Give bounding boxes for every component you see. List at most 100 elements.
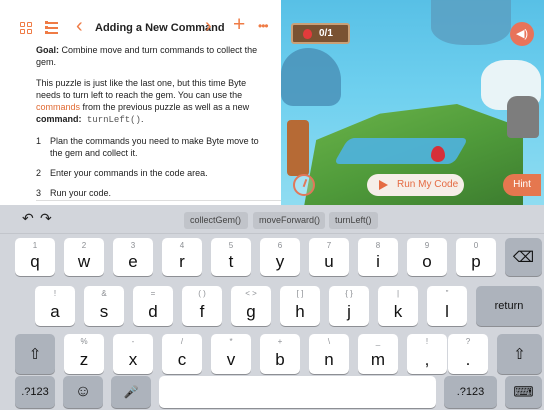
key-t[interactable]: 5t — [211, 238, 251, 276]
key-e[interactable]: 3e — [113, 238, 153, 276]
key-char: x — [128, 350, 138, 369]
key-char: s — [99, 302, 109, 321]
key-alt-char: < > — [245, 289, 257, 298]
key-alt-char: { } — [345, 289, 353, 298]
key-b[interactable]: + b — [260, 334, 300, 374]
emoji-key[interactable]: ☺ — [63, 376, 103, 408]
gem-count: 0/1 — [319, 28, 333, 39]
key-n[interactable]: \ n — [309, 334, 349, 374]
key-q[interactable]: 1q — [15, 238, 55, 276]
floating-island-illustration — [431, 0, 511, 45]
commands-link[interactable]: commands — [36, 102, 80, 112]
return-key[interactable]: return — [476, 286, 542, 326]
speed-control-icon[interactable] — [293, 174, 315, 196]
key-char: l — [445, 302, 449, 321]
suggestion-collect-gem[interactable]: collectGem() — [184, 212, 248, 229]
description-paragraph: This puzzle is just like the last one, b… — [36, 77, 268, 126]
list-item: 2 Enter your commands in the code area. — [36, 167, 268, 179]
list-icon[interactable] — [45, 21, 58, 34]
key-h[interactable]: [ ] h — [280, 286, 320, 326]
key-r[interactable]: 4r — [162, 238, 202, 276]
key-alt-char: 7 — [326, 241, 332, 250]
key-g[interactable]: < > g — [231, 286, 271, 326]
gem-counter: 0/1 — [291, 23, 350, 44]
numbers-key-right[interactable]: .?123 — [444, 376, 497, 408]
key-alt-char: _ — [375, 337, 381, 346]
key-alt-char: ! — [53, 289, 57, 298]
key-u[interactable]: 7u — [309, 238, 349, 276]
turn-left-code: turnLeft() — [81, 115, 141, 125]
shift-key-left[interactable]: ⇧ — [15, 334, 55, 374]
key-f[interactable]: ( ) f — [182, 286, 222, 326]
key-alt-char: \ — [327, 337, 331, 346]
numbers-key-left[interactable]: .?123 — [15, 376, 55, 408]
backspace-key[interactable]: ⌫ — [505, 238, 542, 276]
puzzle-world-view[interactable]: 0/1 ◀) Run My Code Hint — [281, 0, 544, 205]
key-a[interactable]: ! a — [35, 286, 75, 326]
key-x[interactable]: -x — [113, 334, 153, 374]
step-number: 3 — [36, 188, 42, 198]
keyboard: ↶ ↷ collectGem() moveForward() turnLeft(… — [0, 205, 544, 410]
water-illustration — [333, 138, 469, 164]
add-icon[interactable]: + — [233, 14, 245, 35]
numbers-label: .?123 — [21, 386, 49, 398]
step-number: 1 — [36, 136, 42, 146]
key-w[interactable]: 2w — [64, 238, 104, 276]
key-alt-char: ( ) — [198, 289, 206, 298]
key-comma[interactable]: !, — [407, 334, 447, 374]
list-item: 1 Plan the commands you need to make Byte… — [36, 135, 268, 159]
sound-button[interactable]: ◀) — [510, 22, 534, 46]
key-period[interactable]: ?. — [448, 334, 488, 374]
key-p[interactable]: 0p — [456, 238, 496, 276]
gem-icon — [303, 29, 312, 39]
play-icon — [379, 180, 388, 190]
key-z[interactable]: % z — [64, 334, 104, 374]
description-text: This puzzle is just like the last one, b… — [36, 78, 247, 100]
key-i[interactable]: 8i — [358, 238, 398, 276]
run-my-code-button[interactable]: Run My Code — [367, 174, 464, 196]
suggestion-move-forward[interactable]: moveForward() — [253, 212, 325, 229]
key-char: r — [179, 252, 185, 271]
key-y[interactable]: 6y — [260, 238, 300, 276]
previous-page-icon[interactable]: ‹ — [76, 16, 83, 36]
key-char: o — [422, 252, 432, 271]
key-char: b — [275, 350, 285, 369]
key-alt-char: 9 — [424, 241, 430, 250]
next-page-icon[interactable]: › — [205, 16, 212, 36]
key-char: p — [471, 252, 481, 271]
key-char: a — [50, 302, 60, 321]
key-d[interactable]: = d — [133, 286, 173, 326]
key-alt-char: = — [150, 289, 156, 298]
key-c[interactable]: / c — [162, 334, 202, 374]
hint-button[interactable]: Hint — [503, 174, 541, 196]
more-icon[interactable]: ••• — [258, 19, 269, 33]
dictation-key[interactable]: 🎤 — [111, 376, 151, 408]
key-j[interactable]: { } j — [329, 286, 369, 326]
key-char: f — [199, 302, 205, 321]
suggestion-turn-left[interactable]: turnLeft() — [329, 212, 378, 229]
hide-keyboard-key[interactable]: ⌨ — [505, 376, 542, 408]
key-l[interactable]: " l — [427, 286, 467, 326]
redo-icon[interactable]: ↷ — [40, 210, 52, 226]
key-alt-char: ? — [465, 337, 471, 346]
key-o[interactable]: 9o — [407, 238, 447, 276]
keyboard-hide-icon: ⌨ — [513, 383, 534, 400]
return-label: return — [494, 300, 524, 312]
key-v[interactable]: * v — [211, 334, 251, 374]
key-alt-char: 3 — [130, 241, 136, 250]
lesson-navigation-bar: ‹ Adding a New Command › + ••• — [0, 0, 281, 40]
key-k[interactable]: | k — [378, 286, 418, 326]
grid-icon[interactable] — [20, 22, 32, 34]
key-alt-char: | — [396, 289, 400, 298]
step-text: Run your code. — [50, 188, 112, 198]
code-area-divider — [36, 200, 281, 201]
space-key[interactable] — [159, 376, 436, 408]
key-char: i — [376, 252, 380, 271]
undo-icon[interactable]: ↶ — [22, 210, 34, 226]
key-m[interactable]: _ m — [358, 334, 398, 374]
steps-list: 1 Plan the commands you need to make Byte… — [36, 135, 268, 199]
instruction-panel: ‹ Adding a New Command › + ••• Goal: Com… — [0, 0, 281, 205]
key-s[interactable]: & s — [84, 286, 124, 326]
goal-label: Goal: — [36, 45, 60, 55]
shift-key-right[interactable]: ⇧ — [497, 334, 542, 374]
